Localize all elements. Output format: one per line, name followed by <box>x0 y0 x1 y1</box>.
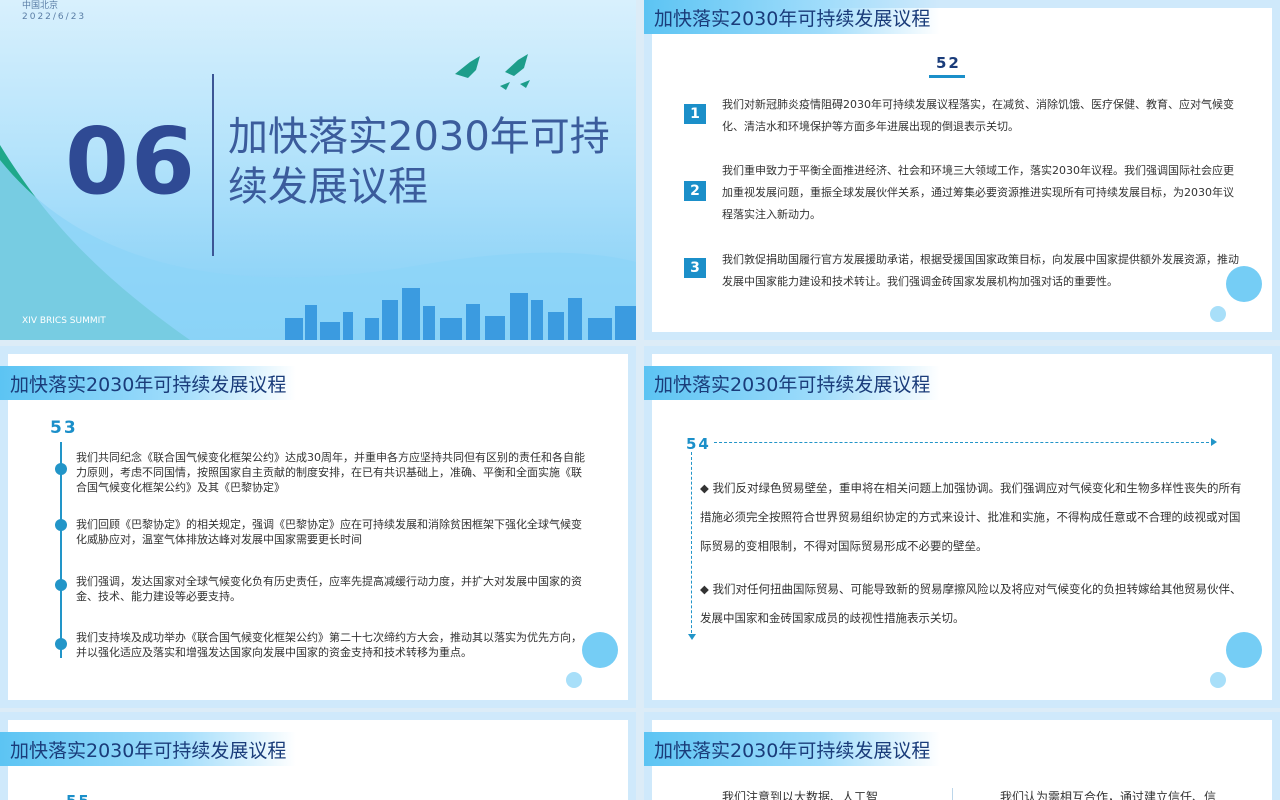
item-text: 我们对新冠肺炎疫情阻碍2030年可持续发展议程落实，在减贫、消除饥饿、医疗保健、… <box>722 98 1234 133</box>
timeline-item: 我们支持埃及成功举办《联合国气候变化框架公约》第二十七次缔约方大会，推动其以落实… <box>76 631 582 659</box>
page-number: 54 <box>686 435 711 453</box>
item-badge: 3 <box>684 258 706 278</box>
timeline-item: 我们回顾《巴黎协定》的相关规定，强调《巴黎协定》应在可持续发展和消除贫困框架下强… <box>76 518 582 546</box>
decor-bubble <box>566 672 582 688</box>
page-number: 52 <box>936 54 961 72</box>
timeline-dot <box>55 463 67 475</box>
timeline-dot <box>55 579 67 591</box>
bullet-item: ◆ 我们对任何扭曲国际贸易、可能导致新的贸易摩擦风险以及将应对气候变化的负担转嫁… <box>700 582 1242 625</box>
timeline-dot <box>55 638 67 650</box>
timeline-item: 我们强调，发达国家对全球气候变化负有历史责任，应率先提高减缓行动力度，并扩大对发… <box>76 575 582 603</box>
decor-bubble <box>582 632 618 668</box>
slide-54[interactable]: 加快落实2030年可持续发展议程 54 ◆ 我们反对绿色贸易壁垒，重申将在相关问… <box>644 346 1280 708</box>
item-badge: 2 <box>684 181 706 201</box>
slide-grid: 中国北京 2022/6/23 06 加快落实2030年可持续发展议程 XIV B… <box>0 0 1280 800</box>
slide-56[interactable]: 加快落实2030年可持续发展议程 我们注意到以大数据、人工智 我们认为需相互合作… <box>644 712 1280 800</box>
arrow-down-icon <box>688 634 696 640</box>
slide-title: 加快落实2030年可持续发展议程 <box>644 732 941 766</box>
item-text: 我们敦促捐助国履行官方发展援助承诺，根据受援国国家政策目标，向发展中国家提供额外… <box>722 253 1239 288</box>
slide-title: 加快落实2030年可持续发展议程 <box>0 732 297 766</box>
slide-53[interactable]: 加快落实2030年可持续发展议程 53 我们共同纪念《联合国气候变化框架公约》达… <box>0 346 636 708</box>
slide-title: 加快落实2030年可持续发展议程 <box>644 0 941 34</box>
left-column-text: 我们注意到以大数据、人工智 <box>722 790 879 800</box>
decor-bubble <box>1210 672 1226 688</box>
divider-line <box>212 74 214 256</box>
timeline-dot <box>55 519 67 531</box>
page-number-underline <box>929 75 965 78</box>
decor-bubble <box>1210 306 1226 322</box>
birds <box>455 54 530 90</box>
decor-bubble <box>1226 632 1262 668</box>
bullet-item: ◆ 我们反对绿色贸易壁垒，重申将在相关问题上加强协调。我们强调应对气候变化和生物… <box>700 481 1242 553</box>
page-number: 55 <box>66 792 91 800</box>
dotted-guide-vertical <box>691 452 692 638</box>
slide-52[interactable]: 加快落实2030年可持续发展议程 52 1 我们对新冠肺炎疫情阻碍2030年可持… <box>644 0 1280 340</box>
slide-title: 加快落实2030年可持续发展议程 <box>0 366 297 400</box>
cover-slide[interactable]: 中国北京 2022/6/23 06 加快落实2030年可持续发展议程 XIV B… <box>0 0 636 340</box>
cover-title: 加快落实2030年可持续发展议程 <box>228 114 610 210</box>
dotted-guide-horizontal <box>714 442 1214 443</box>
slide-title: 加快落实2030年可持续发展议程 <box>644 366 941 400</box>
timeline-item: 我们共同纪念《联合国气候变化框架公约》达成30周年，并重申各方应坚持共同但有区别… <box>76 451 585 494</box>
item-badge: 1 <box>684 104 706 124</box>
page-number: 53 <box>50 418 78 438</box>
arrow-right-icon <box>1211 438 1217 446</box>
decor-bubble <box>1226 266 1262 302</box>
item-text: 我们重申致力于平衡全面推进经济、社会和环境三大领域工作，落实2030年议程。我们… <box>722 164 1234 221</box>
column-divider <box>952 788 953 800</box>
section-number: 06 <box>65 108 198 215</box>
summit-label: XIV BRICS SUMMIT <box>22 316 106 326</box>
right-column-text: 我们认为需相互合作，通过建立信任、信 <box>1000 790 1217 800</box>
slide-55[interactable]: 加快落实2030年可持续发展议程 55 <box>0 712 636 800</box>
